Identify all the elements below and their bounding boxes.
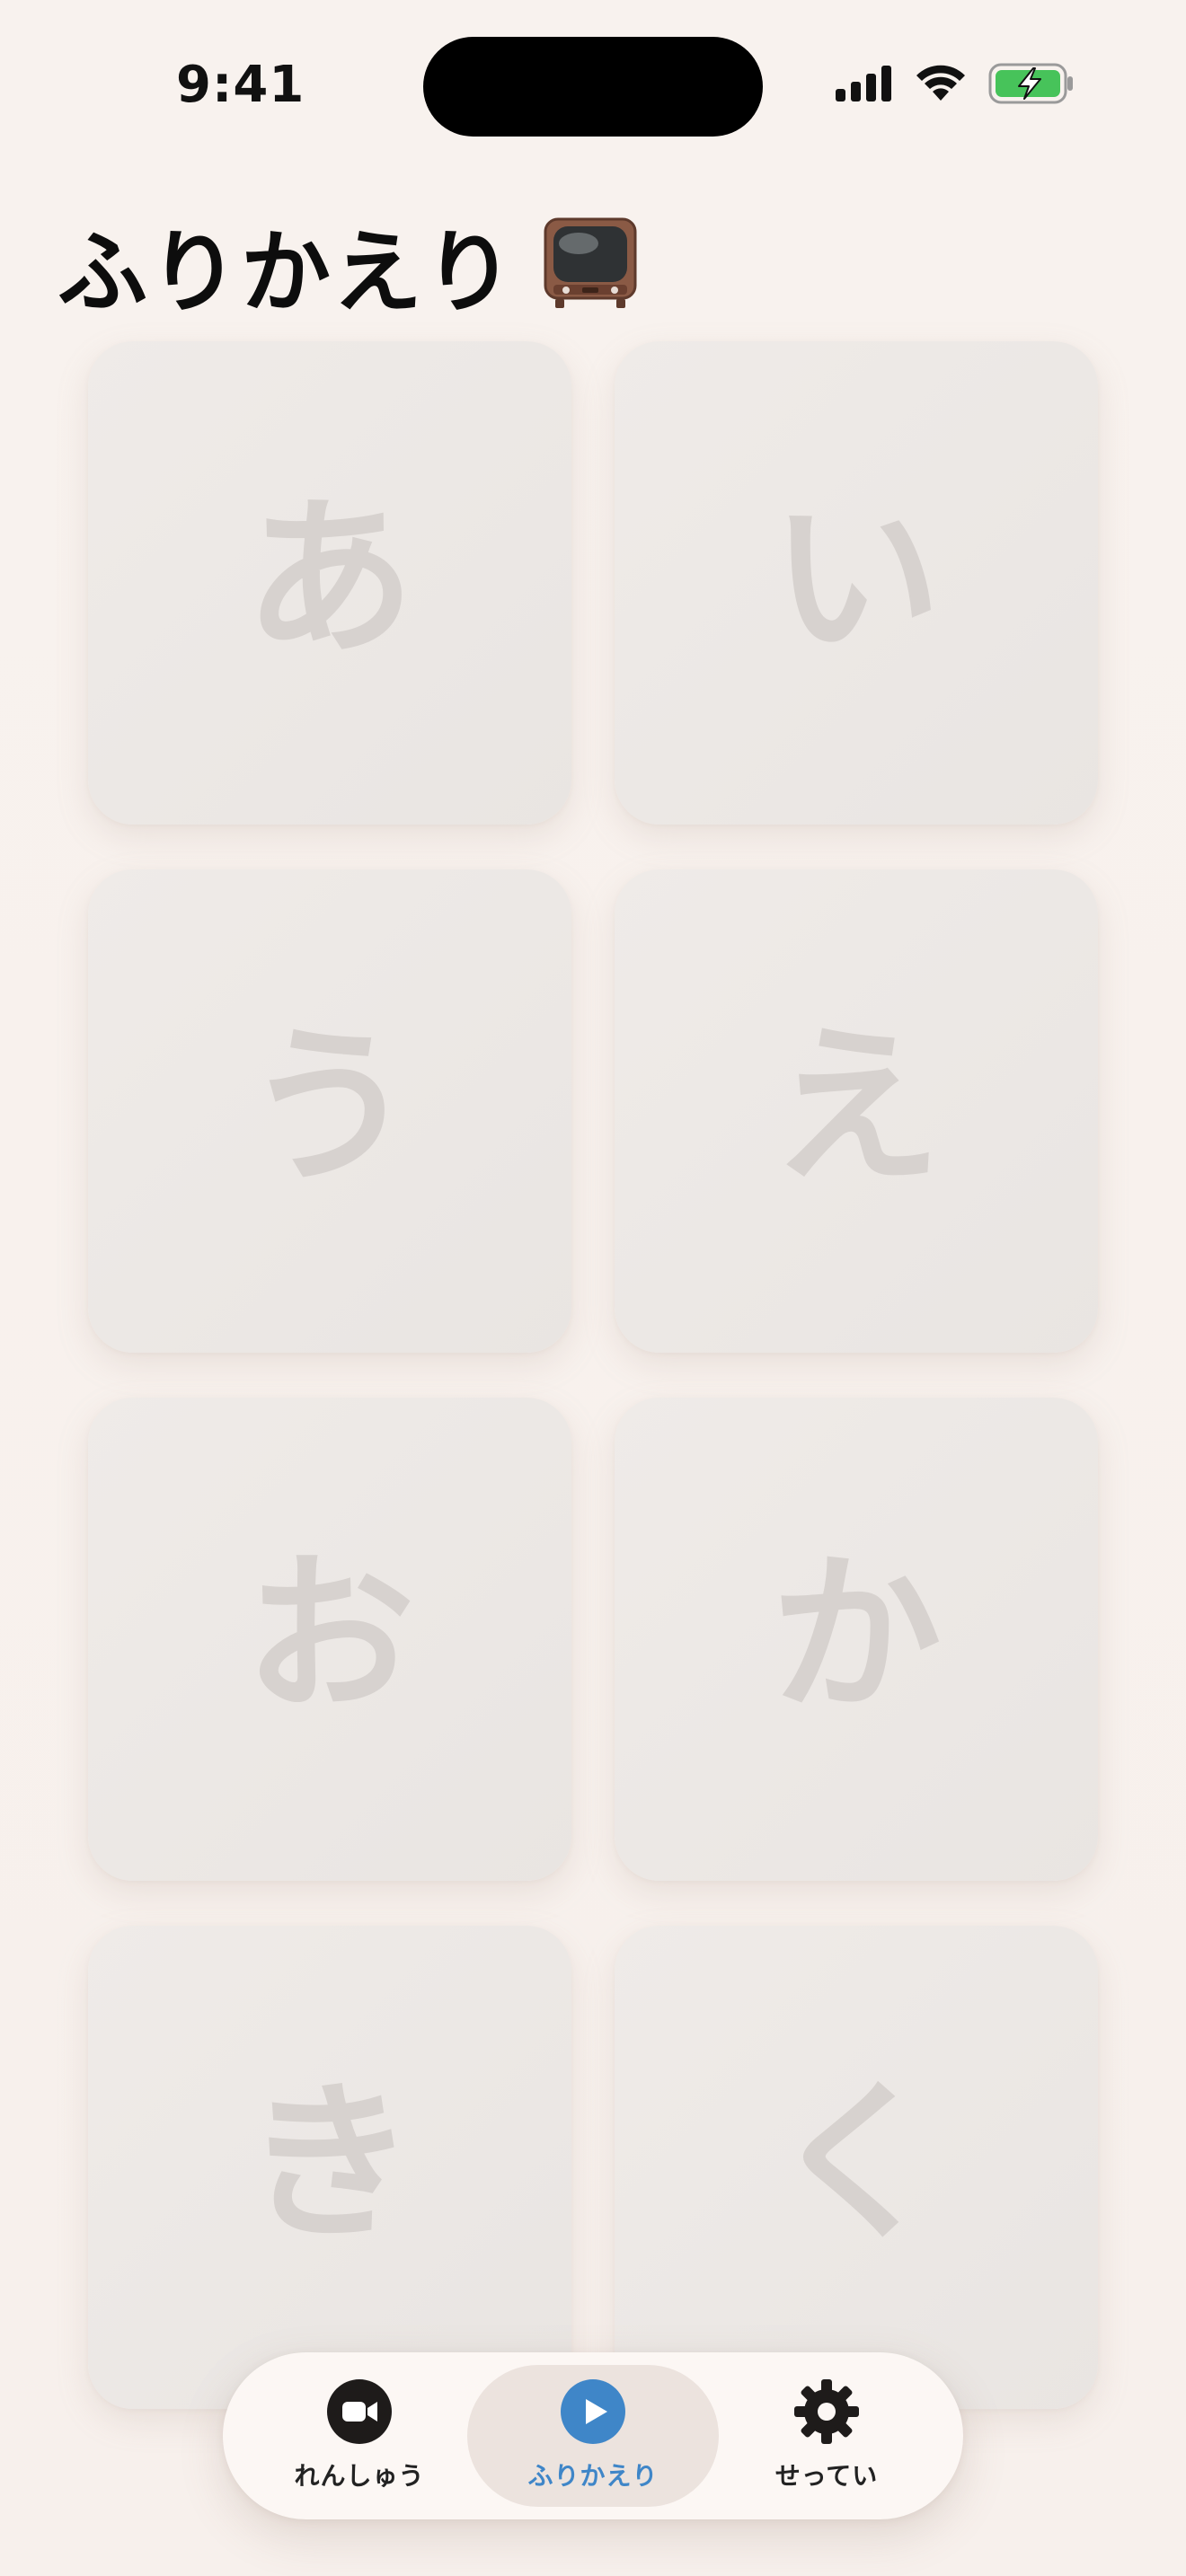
tab-review[interactable]: ふりかえり [467,2365,719,2507]
tab-label: れんしゅう [294,2461,425,2491]
card-character: う [243,1008,415,1206]
character-card[interactable]: お [88,1398,571,1881]
page-title: ふりかえり [58,220,516,325]
card-character: あ [243,480,415,678]
tab-label: せってい [774,2461,879,2491]
play-circle-icon [561,2379,625,2448]
app-screen: 9:41 ふりかえり あ い う え お か き く れんしゅう ふりかえり せ… [0,0,1186,2576]
card-character: き [243,2064,415,2263]
card-character: く [770,2064,942,2263]
video-camera-icon [327,2379,392,2448]
status-icons [836,63,1075,108]
status-time: 9:41 [176,56,305,114]
card-character: い [770,480,942,678]
wifi-icon [915,65,967,106]
character-card[interactable]: い [615,341,1098,825]
status-bar: 9:41 [0,0,1186,171]
character-card[interactable]: く [615,1926,1098,2409]
cellular-signal-icon [836,66,893,105]
tab-bar: れんしゅう ふりかえり せってい [223,2352,963,2519]
character-card[interactable]: あ [88,341,571,825]
tab-label: ふりかえり [527,2461,659,2491]
card-character: か [770,1536,942,1734]
character-card[interactable]: き [88,1926,571,2409]
tab-practice[interactable]: れんしゅう [234,2365,485,2507]
card-character: え [770,1008,942,1206]
dynamic-island [423,37,763,137]
character-card[interactable]: え [615,869,1098,1353]
battery-charging-icon [988,63,1075,108]
character-card[interactable]: か [615,1398,1098,1881]
character-grid: あ い う え お か き く [88,341,1098,2409]
gear-icon [794,2379,859,2448]
character-card[interactable]: う [88,869,571,1353]
card-character: お [243,1536,415,1734]
page-header: ふりかえり [58,199,638,330]
tab-settings[interactable]: せってい [701,2365,952,2507]
television-icon [543,216,638,313]
